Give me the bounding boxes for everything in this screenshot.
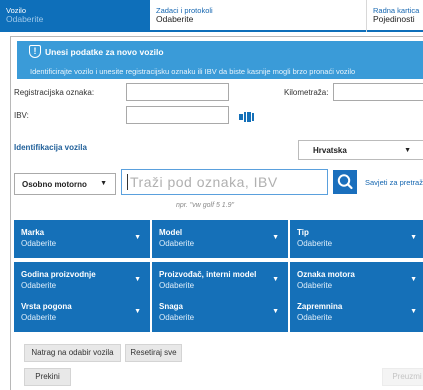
tab-vozilo-value: Odaberite <box>6 14 44 24</box>
search-tips-link[interactable]: Savjeti za pretraž <box>365 178 423 187</box>
accept-button[interactable]: Preuzmi <box>382 368 423 386</box>
search-button[interactable] <box>333 170 357 194</box>
chevron-down-icon: ▼ <box>272 234 279 241</box>
tab-zadaci[interactable]: Zadaci i protokoli Odaberite <box>150 0 366 32</box>
barcode-icon <box>239 112 254 122</box>
dropdown-value: Odaberite <box>21 239 57 248</box>
app-root: Vozilo Odaberite Zadaci i protokoli Odab… <box>0 0 423 390</box>
dropdown-label: Marka <box>21 228 45 237</box>
chevron-down-icon: ▼ <box>272 308 279 315</box>
dropdown-label: Vrsta pogona <box>21 302 72 311</box>
displacement-dropdown[interactable]: Zapremnina Odaberite ▼ <box>290 294 423 332</box>
tab-radna-kartica-value: Pojedinosti <box>373 14 415 24</box>
dropdown-label: Proizvođač, interni model <box>159 270 257 279</box>
vehicle-search-box[interactable] <box>121 169 330 195</box>
dropdown-value: Odaberite <box>297 313 333 322</box>
power-dropdown[interactable]: Snaga Odaberite ▼ <box>152 294 288 332</box>
km-label: Kilometraža: <box>284 88 329 97</box>
dropdown-value: Odaberite <box>297 239 333 248</box>
chevron-down-icon: ▼ <box>272 276 279 283</box>
dropdown-label: Snaga <box>159 302 184 311</box>
type-dropdown[interactable]: Tip Odaberite ▼ <box>290 220 423 258</box>
dropdown-value: Odaberite <box>159 281 195 290</box>
dropdown-value: Odaberite <box>21 281 57 290</box>
ibv-scan-button[interactable] <box>236 110 256 124</box>
top-tab-bar: Vozilo Odaberite Zadaci i protokoli Odab… <box>0 0 423 32</box>
dropdown-label: Tip <box>297 228 309 237</box>
search-icon <box>337 174 353 190</box>
mileage-input[interactable] <box>333 83 423 101</box>
drive-type-dropdown[interactable]: Vrsta pogona Odaberite ▼ <box>14 294 150 332</box>
section-title: Identifikacija vozila <box>14 143 87 152</box>
banner-title: Unesi podatke za novo vozilo <box>45 47 164 57</box>
country-value: Hrvatska <box>313 146 347 155</box>
dropdown-label: Oznaka motora <box>297 270 355 279</box>
tab-zadaci-value: Odaberite <box>156 14 194 24</box>
chevron-down-icon: ▼ <box>100 180 107 187</box>
reset-all-button[interactable]: Resetiraj sve <box>125 344 182 362</box>
dropdown-label: Godina proizvodnje <box>21 270 96 279</box>
search-hint: npr. "vw golf 5 1.9" <box>176 202 235 209</box>
dropdown-label: Model <box>159 228 183 237</box>
info-icon: ! <box>29 45 41 58</box>
dropdown-value: Odaberite <box>159 313 195 322</box>
make-dropdown[interactable]: Marka Odaberite ▼ <box>14 220 150 258</box>
text-cursor <box>127 174 128 190</box>
dropdown-value: Odaberite <box>297 281 333 290</box>
model-dropdown[interactable]: Model Odaberite ▼ <box>152 220 288 258</box>
tab-radna-kartica[interactable]: Radna kartica Pojedinosti <box>366 0 423 32</box>
vehicle-search-input[interactable] <box>130 172 330 192</box>
info-banner: ! Unesi podatke za novo vozilo Identific… <box>17 41 423 79</box>
chevron-down-icon: ▼ <box>410 276 417 283</box>
dropdown-value: Odaberite <box>21 313 57 322</box>
chevron-down-icon: ▼ <box>410 234 417 241</box>
reg-label: Registracijska oznaka: <box>14 88 95 97</box>
tab-vozilo[interactable]: Vozilo Odaberite <box>0 0 150 32</box>
ibv-input[interactable] <box>126 106 229 124</box>
chevron-down-icon: ▼ <box>134 308 141 315</box>
tab-underline <box>150 30 366 32</box>
vehicle-type-select[interactable]: Osobno motorno ▼ <box>14 173 116 195</box>
chevron-down-icon: ▼ <box>134 234 141 241</box>
back-to-vehicle-selection-button[interactable]: Natrag na odabir vozila <box>24 344 121 362</box>
dropdown-label: Zapremnina <box>297 302 343 311</box>
tab-underline <box>367 30 423 32</box>
registration-input[interactable] <box>126 83 229 101</box>
cancel-button[interactable]: Prekini <box>24 368 71 386</box>
ibv-label: IBV: <box>14 111 29 120</box>
chevron-down-icon: ▼ <box>404 147 411 154</box>
banner-text: Identificirajte vozilo i unesite registr… <box>30 67 356 76</box>
chevron-down-icon: ▼ <box>134 276 141 283</box>
country-select[interactable]: Hrvatska ▼ <box>298 140 423 160</box>
chevron-down-icon: ▼ <box>410 308 417 315</box>
vehicle-type-value: Osobno motorno <box>22 180 87 189</box>
dropdown-value: Odaberite <box>159 239 195 248</box>
